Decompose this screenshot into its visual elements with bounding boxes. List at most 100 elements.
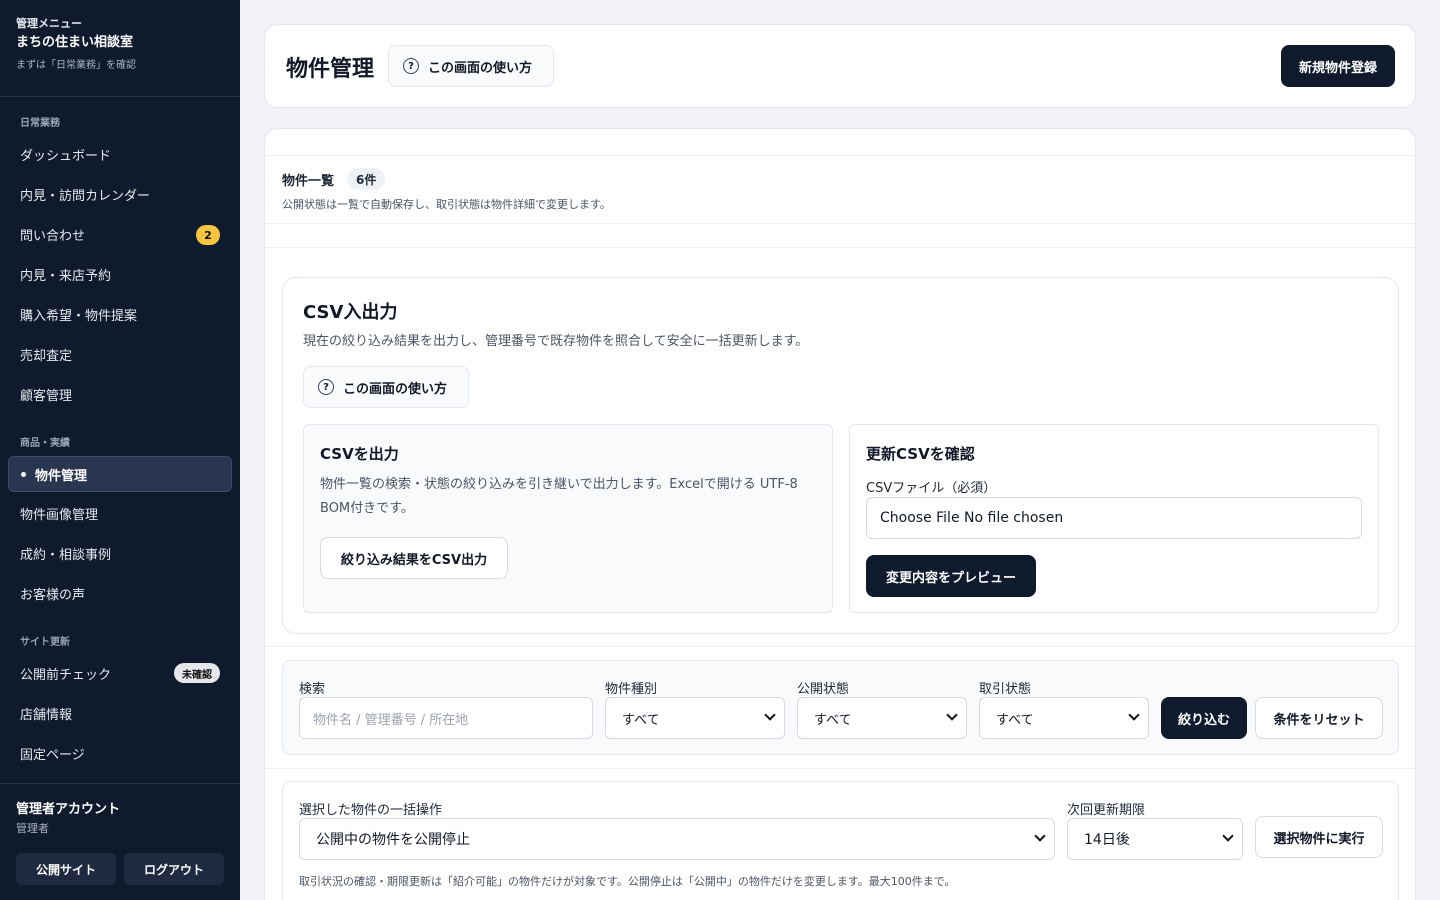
list-header: 物件一覧 6件 公開状態は一覧で自動保存し、取引状態は物件詳細で変更します。 [265, 155, 1415, 224]
bulk-action-select[interactable]: 公開中の物件を公開停止 [299, 818, 1055, 860]
account-role: 管理者 [16, 822, 49, 835]
sidebar-item-label: 顧客管理 [20, 388, 73, 404]
sidebar-header: 管理メニュー まちの住まい相談室 まずは「日常業務」を確認 [0, 0, 240, 97]
sidebar-item-customers[interactable]: 顧客管理 [8, 376, 232, 412]
active-dot-icon [21, 471, 26, 477]
bulk-action-note: 取引状況の確認・期限更新は「紹介可能」の物件だけが対象です。公開停止は「公開中」… [299, 875, 956, 888]
sidebar-item-label: ダッシュボード [20, 148, 112, 164]
trade-status-value: すべて [996, 712, 1034, 728]
sidebar: 管理メニュー まちの住まい相談室 まずは「日常業務」を確認 日常業務 ダッシュボ… [0, 0, 240, 900]
bulk-action-label: 選択した物件の一括操作 [299, 803, 443, 818]
help-button-label: この画面の使い方 [343, 381, 448, 397]
csv-description: 現在の絞り込み結果を出力し、管理番号で既存物件を照合して安全に一括更新します。 [303, 334, 809, 349]
sidebar-item-label: 売却査定 [20, 348, 73, 364]
sidebar-subtitle: まずは「日常業務」を確認 [16, 60, 136, 71]
sidebar-item-inquiries[interactable]: 問い合わせ 2 [8, 216, 232, 252]
section-products: 商品・実績 [20, 438, 70, 449]
section-daily: 日常業務 [20, 118, 60, 129]
deadline-label: 次回更新期限 [1067, 803, 1146, 818]
csv-title: CSV入出力 [303, 302, 398, 323]
csv-export-panel: CSVを出力 物件一覧の検索・状態の絞り込みを引き継いで出力します。Excelで… [303, 424, 833, 613]
apply-filter-button[interactable]: 絞り込む [1161, 697, 1247, 739]
chevron-down-icon [1034, 830, 1046, 842]
sidebar-item-testimonials[interactable]: お客様の声 [8, 575, 232, 611]
run-bulk-action-button[interactable]: 選択物件に実行 [1255, 816, 1383, 858]
sidebar-brand: まちの住まい相談室 [16, 35, 134, 50]
csv-file-input[interactable]: Choose File No file chosen [866, 497, 1362, 539]
sidebar-item-label: お客様の声 [20, 587, 86, 603]
bulk-action-value: 公開中の物件を公開停止 [316, 832, 470, 848]
sidebar-item-cases[interactable]: 成約・相談事例 [8, 535, 232, 571]
deadline-value: 14日後 [1084, 832, 1130, 848]
sidebar-kicker: 管理メニュー [16, 17, 82, 30]
filter-panel: 検索 物件名 / 管理番号 / 所在地 物件種別 すべて 公開状態 すべて 取引… [282, 660, 1399, 755]
sidebar-item-label: 店舗情報 [20, 707, 73, 723]
help-button[interactable]: ? この画面の使い方 [388, 45, 554, 87]
export-csv-button[interactable]: 絞り込み結果をCSV出力 [320, 537, 508, 579]
import-title: 更新CSVを確認 [866, 445, 975, 463]
sidebar-account: 管理者アカウント 管理者 公開サイト ログアウト [0, 783, 240, 900]
chevron-down-icon [1128, 709, 1140, 721]
export-title: CSVを出力 [320, 445, 399, 463]
sidebar-item-store-info[interactable]: 店舗情報 [8, 695, 232, 731]
property-type-label: 物件種別 [605, 682, 658, 697]
sidebar-item-label: 公開前チェック [20, 667, 112, 683]
chevron-down-icon [1222, 830, 1234, 842]
chevron-down-icon [764, 709, 776, 721]
search-label: 検索 [299, 682, 326, 697]
page-title: 物件管理 [286, 57, 375, 82]
property-type-select[interactable]: すべて [605, 697, 785, 739]
public-status-select[interactable]: すべて [797, 697, 967, 739]
sidebar-item-label: 内見・訪問カレンダー [20, 188, 151, 204]
csv-import-panel: 更新CSVを確認 CSVファイル（必須） Choose File No file… [849, 424, 1379, 613]
deadline-select[interactable]: 14日後 [1067, 818, 1243, 860]
public-site-button[interactable]: 公開サイト [16, 853, 116, 885]
property-list-card: 物件一覧 6件 公開状態は一覧で自動保存し、取引状態は物件詳細で変更します。 C… [264, 128, 1416, 900]
property-type-value: すべて [622, 712, 660, 728]
divider [265, 247, 1415, 248]
search-input[interactable]: 物件名 / 管理番号 / 所在地 [299, 697, 593, 739]
property-count-badge: 6件 [347, 168, 386, 190]
help-button-label: この画面の使い方 [428, 60, 533, 76]
public-status-value: すべて [814, 712, 852, 728]
sidebar-item-label: 物件管理 [35, 468, 88, 484]
sidebar-item-prepublish-check[interactable]: 公開前チェック 未確認 [8, 655, 232, 691]
reset-filter-button[interactable]: 条件をリセット [1255, 697, 1383, 739]
csv-panel: CSV入出力 現在の絞り込み結果を出力し、管理番号で既存物件を照合して安全に一括… [282, 277, 1399, 634]
question-icon: ? [318, 379, 334, 395]
sidebar-item-label: 問い合わせ [20, 228, 86, 244]
sidebar-item-calendar[interactable]: 内見・訪問カレンダー [8, 176, 232, 212]
page-header: 物件管理 ? この画面の使い方 新規物件登録 [264, 24, 1416, 108]
csv-help-button[interactable]: ? この画面の使い方 [303, 366, 469, 408]
section-site: サイト更新 [20, 637, 70, 648]
trade-status-select[interactable]: すべて [979, 697, 1149, 739]
bulk-action-panel: 選択した物件の一括操作 公開中の物件を公開停止 次回更新期限 14日後 選択物件… [282, 781, 1399, 900]
sidebar-item-reservations[interactable]: 内見・来店予約 [8, 256, 232, 292]
sidebar-item-proposals[interactable]: 購入希望・物件提案 [8, 296, 232, 332]
divider [265, 768, 1415, 769]
export-description: 物件一覧の検索・状態の絞り込みを引き継いで出力します。Excelで開ける UTF… [320, 477, 798, 516]
trade-status-label: 取引状態 [979, 682, 1032, 697]
divider [265, 646, 1415, 647]
csv-file-label: CSVファイル（必須） [866, 481, 997, 496]
list-description: 公開状態は一覧で自動保存し、取引状態は物件詳細で変更します。 [282, 198, 611, 211]
sidebar-item-appraisal[interactable]: 売却査定 [8, 336, 232, 372]
sidebar-item-label: 購入希望・物件提案 [20, 308, 138, 324]
inquiries-count-badge: 2 [196, 225, 220, 245]
logout-button[interactable]: ログアウト [124, 853, 224, 885]
sidebar-item-label: 内見・来店予約 [20, 268, 112, 284]
sidebar-item-label: 固定ページ [20, 747, 85, 763]
sidebar-item-dashboard[interactable]: ダッシュボード [8, 136, 232, 172]
list-title: 物件一覧 [282, 174, 335, 189]
unchecked-badge: 未確認 [174, 663, 220, 683]
sidebar-item-properties[interactable]: 物件管理 [8, 456, 232, 492]
sidebar-item-static-pages[interactable]: 固定ページ [8, 735, 232, 771]
sidebar-item-label: 成約・相談事例 [20, 547, 112, 563]
new-property-button[interactable]: 新規物件登録 [1281, 45, 1395, 87]
sidebar-item-label: 物件画像管理 [20, 507, 99, 523]
preview-changes-button[interactable]: 変更内容をプレビュー [866, 555, 1036, 597]
sidebar-item-property-images[interactable]: 物件画像管理 [8, 495, 232, 531]
account-name: 管理者アカウント [16, 802, 121, 817]
chevron-down-icon [946, 709, 958, 721]
public-status-label: 公開状態 [797, 682, 850, 697]
